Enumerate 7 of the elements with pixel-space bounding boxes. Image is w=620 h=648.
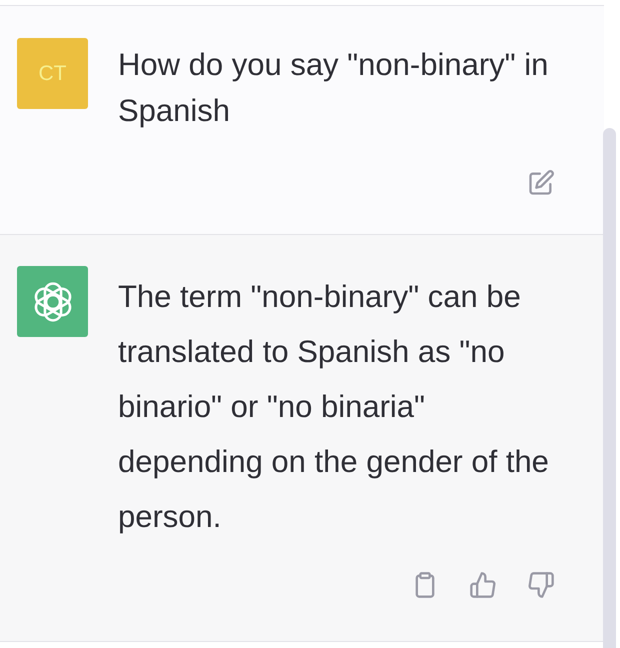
edit-icon [527,169,555,197]
message-text: The term "non-binary" can be translated to Spanish as "no binario" or "no binaria" depending on the gender of the person. [118,278,550,536]
thumbs-down-icon [527,571,555,599]
scrollbar-thumb[interactable] [603,128,616,648]
thumbs-up-icon [469,571,497,599]
message-text: How do you say "non-binary" in Spanish [118,46,550,130]
user-avatar: CT [17,38,88,109]
